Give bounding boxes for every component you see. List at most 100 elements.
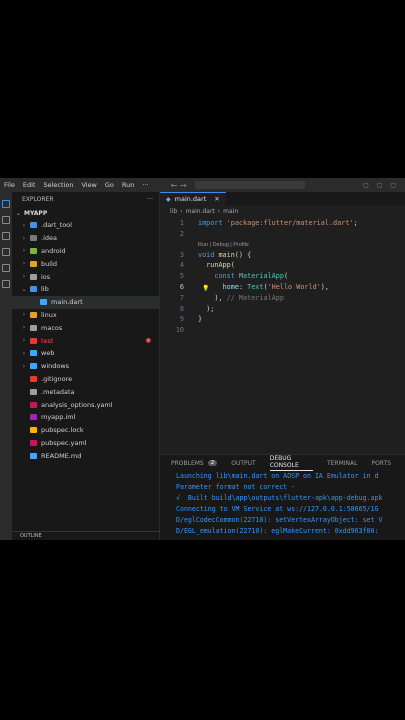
file-type-icon <box>30 324 37 331</box>
tree-item[interactable]: myapp.iml <box>12 411 159 424</box>
tree-item[interactable]: › android <box>12 245 159 258</box>
file-type-icon <box>30 273 37 280</box>
file-type-icon <box>30 375 37 382</box>
chevron-right-icon: › <box>22 311 26 319</box>
code-line: 3 void main() { <box>179 250 252 259</box>
menu-more[interactable]: ··· <box>138 181 152 189</box>
search-icon[interactable] <box>2 216 10 224</box>
chevron-right-icon: › <box>22 234 26 242</box>
tree-item[interactable]: main.dart <box>12 295 159 309</box>
tab-problems[interactable]: PROBLEMS 2 <box>171 459 218 467</box>
breadcrumb-file[interactable]: main.dart <box>186 208 215 215</box>
menu-selection[interactable]: Selection <box>39 181 77 189</box>
menu-go[interactable]: Go <box>101 181 118 189</box>
tree-item-label: linux <box>41 310 57 319</box>
console-line: D/EGL_emulation(22710): eglMakeCurrent: … <box>176 527 379 535</box>
file-type-icon <box>30 452 37 459</box>
run-debug-icon[interactable] <box>2 248 10 256</box>
file-type-icon <box>30 363 37 370</box>
tree-item[interactable]: › .idea <box>12 232 159 245</box>
console-line: Parameter format not correct - <box>176 483 296 491</box>
file-type-icon <box>30 427 37 434</box>
source-control-icon[interactable] <box>2 232 10 240</box>
tab-problems-label: PROBLEMS <box>171 459 204 467</box>
error-dot-icon: ● <box>145 337 151 345</box>
tree-item-label: web <box>41 349 55 358</box>
tree-item[interactable]: pubspec.lock <box>12 424 159 437</box>
chevron-down-icon: ⌄ <box>21 285 27 293</box>
tree-item-label: build <box>41 259 57 268</box>
breadcrumb-sep-icon: › <box>180 208 183 215</box>
tab-terminal[interactable]: TERMINAL <box>327 460 358 467</box>
chevron-right-icon: › <box>22 337 26 345</box>
tab-output[interactable]: OUTPUT <box>231 460 255 467</box>
nav-back-forward-icon[interactable]: ← → <box>171 181 187 190</box>
codelens-run-debug[interactable]: Run | Debug | Profile <box>160 240 405 250</box>
tree-item[interactable]: › windows <box>12 360 159 373</box>
explorer-more-icon[interactable]: ··· <box>147 196 153 203</box>
explorer-sidebar: EXPLORER ··· ⌄ MYAPP › .dart_tool › .idea › a… <box>12 192 167 540</box>
menu-view[interactable]: View <box>77 181 100 189</box>
menu-file[interactable]: File <box>0 181 19 189</box>
dart-file-icon: ◆ <box>166 195 171 203</box>
vscode-window: File Edit Selection View Go Run ··· ← → … <box>0 178 405 540</box>
outline-label: OUTLINE <box>20 533 42 539</box>
tree-item[interactable]: pubspec.yaml <box>12 437 159 450</box>
outline-section[interactable]: OUTLINE <box>12 531 167 540</box>
window-controls-icon[interactable]: ▢ ▢ ▢ <box>363 182 399 189</box>
breadcrumb-lib[interactable]: lib <box>170 208 177 215</box>
tree-item[interactable]: .gitignore <box>12 373 159 386</box>
chevron-right-icon: › <box>22 324 26 332</box>
menu-edit[interactable]: Edit <box>19 181 40 189</box>
workspace-root[interactable]: ⌄ MYAPP <box>12 207 159 219</box>
tree-item[interactable]: ⌄ lib <box>12 283 159 296</box>
file-type-icon <box>30 439 37 446</box>
chevron-right-icon: › <box>22 247 26 255</box>
tree-item[interactable]: README.md <box>12 449 159 462</box>
tree-item[interactable]: › .dart_tool <box>12 219 159 232</box>
tree-item[interactable]: › web <box>12 347 159 360</box>
code-line: 8 ); <box>179 304 215 313</box>
chevron-right-icon: › <box>22 260 26 268</box>
activity-bar <box>0 192 12 540</box>
code-editor[interactable]: 1 import 'package:flutter/material.dart';… <box>160 218 405 336</box>
tab-debug-console[interactable]: DEBUG CONSOLE <box>269 455 313 471</box>
breadcrumb-symbol[interactable]: main <box>223 208 238 215</box>
file-tree: › .dart_tool › .idea › android › build › ios ⌄ lib m… <box>12 219 159 462</box>
tree-item-label: macos <box>41 323 63 332</box>
code-line: 5 const MaterialApp( <box>179 272 289 281</box>
console-line: √ Built build\app\outputs\flutter-apk\ap… <box>176 494 383 502</box>
extensions-icon[interactable] <box>2 264 10 272</box>
chevron-right-icon: › <box>22 273 26 281</box>
tree-item[interactable]: › test ● <box>12 334 159 347</box>
breadcrumb: lib › main.dart › main <box>160 205 405 218</box>
editor-tabs: ◆ main.dart ✕ <box>160 192 405 205</box>
menu-bar: File Edit Selection View Go Run ··· ← → … <box>0 178 405 192</box>
menu-run[interactable]: Run <box>118 181 138 189</box>
tab-main-dart[interactable]: ◆ main.dart ✕ <box>160 192 226 205</box>
tree-item[interactable]: › linux <box>12 309 159 322</box>
explorer-icon[interactable] <box>2 200 10 208</box>
command-center[interactable] <box>194 181 305 189</box>
code-line: 1 import 'package:flutter/material.dart'; <box>179 219 358 227</box>
tree-item[interactable]: › macos <box>12 321 159 334</box>
tree-item[interactable]: › ios <box>12 270 159 283</box>
file-type-icon <box>30 401 37 408</box>
tree-item-label: ios <box>41 272 51 281</box>
file-type-icon <box>30 350 37 357</box>
console-line: D/eglCodecCommon(22710): setVertexArrayO… <box>176 516 383 524</box>
file-type-icon <box>30 247 37 254</box>
code-line: 9} <box>179 315 203 324</box>
explorer-header: EXPLORER ··· <box>12 192 159 207</box>
file-type-icon <box>30 260 37 267</box>
code-line: 10 <box>175 326 184 335</box>
testing-icon[interactable] <box>2 280 10 288</box>
tree-item-label: windows <box>41 362 70 371</box>
tree-item[interactable]: .metadata <box>12 385 159 398</box>
tab-ports[interactable]: PORTS <box>371 460 391 467</box>
tree-item[interactable]: analysis_options.yaml <box>12 398 159 411</box>
debug-console-output[interactable]: Launching lib\main.dart on AOSP on IA Em… <box>160 471 405 537</box>
close-icon[interactable]: ✕ <box>214 195 219 203</box>
code-line: 7 ), // MaterialApp <box>179 293 284 302</box>
tree-item[interactable]: › build <box>12 257 159 270</box>
